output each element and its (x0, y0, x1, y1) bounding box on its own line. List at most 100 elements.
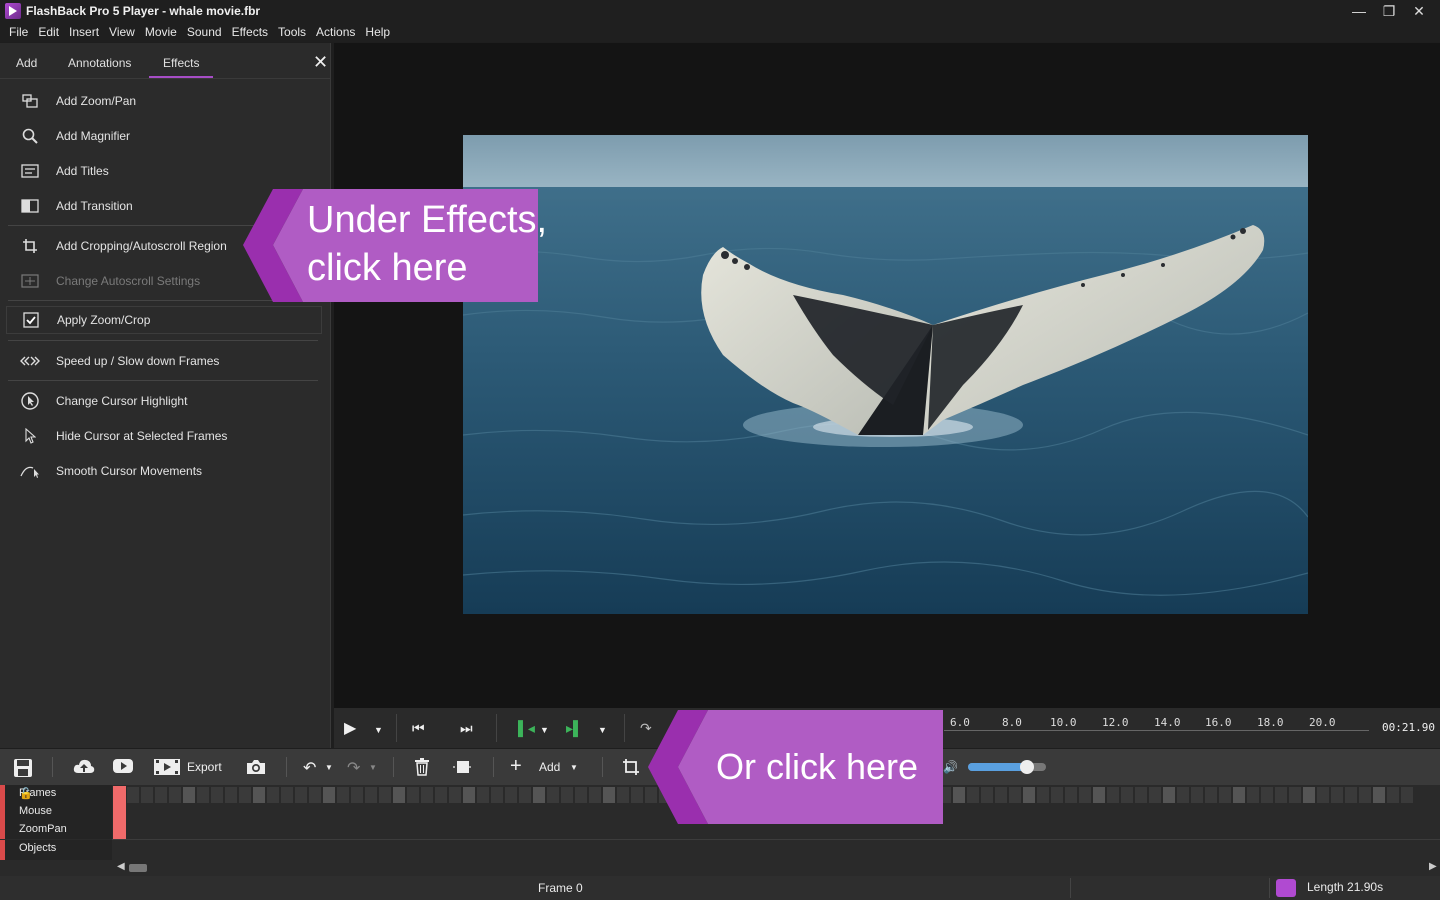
menu-effects[interactable]: Effects (227, 25, 273, 39)
upload-icon[interactable] (73, 758, 95, 781)
video-frame-whale-tail[interactable] (463, 135, 1308, 614)
frame-cell[interactable] (981, 787, 993, 803)
frame-cell[interactable] (1373, 787, 1385, 803)
frame-cell[interactable] (575, 787, 587, 803)
frame-cell[interactable] (967, 787, 979, 803)
frame-cell[interactable] (1023, 787, 1035, 803)
frame-cell[interactable] (1135, 787, 1147, 803)
track-frames[interactable]: Frames 🔓 (0, 785, 112, 803)
frame-cell[interactable] (547, 787, 559, 803)
track-mouse[interactable]: Mouse (0, 803, 112, 821)
frame-cell[interactable] (1359, 787, 1371, 803)
speed-frames-item[interactable]: Speed up / Slow down Frames (0, 346, 331, 376)
menu-sound[interactable]: Sound (182, 25, 227, 39)
split-frames-icon[interactable] (452, 758, 474, 781)
tab-effects[interactable]: Effects (148, 56, 215, 78)
camera-icon[interactable] (245, 758, 267, 781)
mark-out-chevron-icon[interactable]: ▼ (598, 725, 607, 735)
youtube-icon[interactable] (112, 758, 134, 779)
restore-button[interactable]: ❐ (1374, 0, 1404, 22)
frame-cell[interactable] (253, 787, 265, 803)
scroll-left-icon[interactable]: ◀ (117, 861, 125, 872)
frame-cell[interactable] (1009, 787, 1021, 803)
add-magnifier-item[interactable]: Add Magnifier (0, 121, 331, 151)
menu-actions[interactable]: Actions (311, 25, 360, 39)
undo-chevron-icon[interactable]: ▼ (325, 763, 333, 772)
save-icon[interactable] (13, 758, 33, 783)
tab-add[interactable]: Add (16, 56, 37, 70)
timeline-scrollbar[interactable]: ◀ ▶ (0, 860, 1440, 876)
mark-in-chevron-icon[interactable]: ▼ (540, 725, 549, 735)
frame-cell[interactable] (155, 787, 167, 803)
close-window-button[interactable]: ✕ (1404, 0, 1434, 22)
add-chevron-icon[interactable]: ▼ (570, 763, 578, 772)
play-options-chevron-icon[interactable]: ▼ (374, 725, 383, 735)
change-cursor-highlight-item[interactable]: Change Cursor Highlight (0, 386, 331, 416)
frame-cell[interactable] (1121, 787, 1133, 803)
lock-icon[interactable]: 🔓 (19, 787, 33, 800)
frame-cell[interactable] (1149, 787, 1161, 803)
frame-cell[interactable] (603, 787, 615, 803)
frame-cell[interactable] (407, 787, 419, 803)
frame-cell[interactable] (1093, 787, 1105, 803)
minimize-button[interactable]: — (1344, 0, 1374, 22)
frame-cell[interactable] (1051, 787, 1063, 803)
frame-cell[interactable] (589, 787, 601, 803)
menu-help[interactable]: Help (360, 25, 395, 39)
frame-cell[interactable] (197, 787, 209, 803)
add-plus-icon[interactable]: + (510, 755, 522, 778)
frame-cell[interactable] (1275, 787, 1287, 803)
play-icon[interactable]: ▶ (344, 718, 356, 738)
frame-cell[interactable] (1345, 787, 1357, 803)
frame-cell[interactable] (183, 787, 195, 803)
frame-cell[interactable] (421, 787, 433, 803)
frame-cell[interactable] (295, 787, 307, 803)
export-movie-icon[interactable] (153, 758, 181, 781)
frame-cell[interactable] (631, 787, 643, 803)
frame-cell[interactable] (281, 787, 293, 803)
frame-cell[interactable] (1219, 787, 1231, 803)
frame-cell[interactable] (1163, 787, 1175, 803)
track-objects[interactable]: Objects (0, 840, 112, 860)
volume-knob[interactable] (1019, 760, 1034, 774)
frame-cell[interactable] (561, 787, 573, 803)
frame-cell[interactable] (1303, 787, 1315, 803)
frame-cell[interactable] (617, 787, 629, 803)
frame-cell[interactable] (995, 787, 1007, 803)
frame-cell[interactable] (309, 787, 321, 803)
frame-cell[interactable] (1065, 787, 1077, 803)
add-button[interactable]: Add (539, 760, 560, 774)
frame-cell[interactable] (1107, 787, 1119, 803)
frame-cell[interactable] (463, 787, 475, 803)
menu-tools[interactable]: Tools (273, 25, 311, 39)
menu-insert[interactable]: Insert (64, 25, 104, 39)
frame-cell[interactable] (1205, 787, 1217, 803)
frame-cell[interactable] (477, 787, 489, 803)
track-zoompan[interactable]: ZoomPan (0, 821, 112, 839)
frame-cell[interactable] (1261, 787, 1273, 803)
frame-cell[interactable] (519, 787, 531, 803)
menu-edit[interactable]: Edit (33, 25, 64, 39)
crop-toolbar-icon[interactable] (622, 758, 640, 781)
go-to-start-icon[interactable]: ⏮ (412, 720, 425, 737)
undo-icon[interactable]: ↶ (303, 758, 316, 778)
mark-out-icon[interactable]: ▸▌ (566, 720, 583, 737)
frame-cell[interactable] (953, 787, 965, 803)
frame-cell[interactable] (225, 787, 237, 803)
frame-cell[interactable] (1387, 787, 1399, 803)
frame-cell[interactable] (1037, 787, 1049, 803)
menu-file[interactable]: File (4, 25, 33, 39)
frame-cell[interactable] (1233, 787, 1245, 803)
frame-cell[interactable] (1401, 787, 1413, 803)
frame-cell[interactable] (1177, 787, 1189, 803)
frame-cell[interactable] (379, 787, 391, 803)
frame-cell[interactable] (323, 787, 335, 803)
frame-cell[interactable] (1247, 787, 1259, 803)
frame-cell[interactable] (351, 787, 363, 803)
mark-in-icon[interactable]: ▌◂ (518, 720, 535, 737)
frame-cell[interactable] (533, 787, 545, 803)
frame-cell[interactable] (169, 787, 181, 803)
menu-view[interactable]: View (104, 25, 140, 39)
smooth-cursor-item[interactable]: Smooth Cursor Movements (0, 456, 331, 486)
scroll-thumb[interactable] (129, 864, 147, 872)
